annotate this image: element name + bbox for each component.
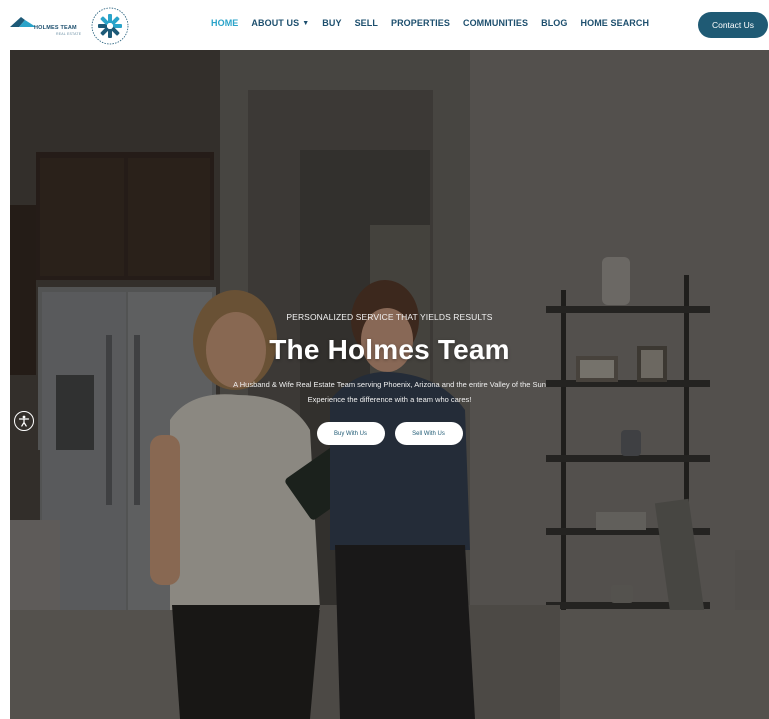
nav-properties[interactable]: PROPERTIES xyxy=(391,18,450,28)
nav-sell-label: SELL xyxy=(354,18,378,28)
house-roof-icon xyxy=(10,17,36,27)
buy-with-us-button[interactable]: Buy With Us xyxy=(316,422,385,445)
nav-blog-label: BLOG xyxy=(541,18,568,28)
nav-home[interactable]: HOME xyxy=(211,18,238,28)
nav-communities-label: COMMUNITIES xyxy=(462,18,529,28)
hero-description-line-2: Experience the difference with a team wh… xyxy=(307,395,472,404)
main-nav: HOME ABOUT US ▼ BUY SELL PROPERTIES COMMU… xyxy=(211,18,662,28)
holmes-team-logo[interactable]: HOLMES TEAM REAL ESTATE xyxy=(10,12,86,38)
logo-subtitle: REAL ESTATE xyxy=(56,32,82,36)
contact-us-button[interactable]: Contact Us xyxy=(698,12,768,38)
nav-home-label: HOME xyxy=(211,18,239,28)
nav-about-us[interactable]: ABOUT US ▼ xyxy=(251,18,309,28)
hero-section: PERSONALIZED SERVICE THAT YIELDS RESULTS… xyxy=(10,50,769,719)
hero-description: A Husband & Wife Real Estate Team servin… xyxy=(10,377,769,407)
nav-communities[interactable]: COMMUNITIES xyxy=(463,18,528,28)
nav-about-us-label: ABOUT US xyxy=(251,18,300,28)
hero-description-line-1: A Husband & Wife Real Estate Team servin… xyxy=(233,380,546,389)
hero-content: PERSONALIZED SERVICE THAT YIELDS RESULTS… xyxy=(10,312,769,445)
site-header: HOLMES TEAM REAL ESTATE HOME ABOUT US ▼ B… xyxy=(0,0,769,50)
nav-sell[interactable]: SELL xyxy=(355,18,378,28)
hero-eyebrow: PERSONALIZED SERVICE THAT YIELDS RESULTS xyxy=(286,312,493,322)
nav-buy[interactable]: BUY xyxy=(322,18,341,28)
nav-properties-label: PROPERTIES xyxy=(390,18,450,28)
nav-home-search-label: HOME SEARCH xyxy=(580,18,650,28)
nav-home-search[interactable]: HOME SEARCH xyxy=(581,18,650,28)
accessibility-icon[interactable] xyxy=(14,411,34,431)
hero-buttons: Buy With Us Sell With Us xyxy=(10,422,769,445)
sell-with-us-button[interactable]: Sell With Us xyxy=(394,422,463,445)
nav-buy-label: BUY xyxy=(322,18,342,28)
hero-title: The Holmes Team xyxy=(269,334,510,365)
brokerage-seal-logo[interactable] xyxy=(90,6,130,46)
logo-name: HOLMES TEAM xyxy=(34,25,77,31)
nav-blog[interactable]: BLOG xyxy=(541,18,567,28)
chevron-down-icon: ▼ xyxy=(302,19,310,27)
